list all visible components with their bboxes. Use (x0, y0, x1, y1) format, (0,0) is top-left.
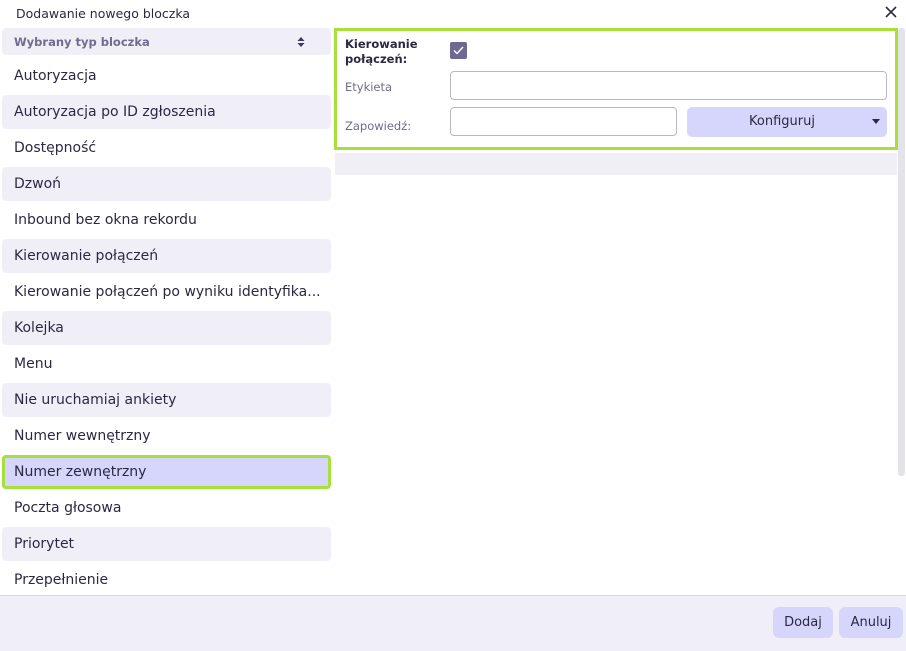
scrollbar-thumb[interactable] (898, 28, 905, 476)
list-item-menu[interactable]: Menu (2, 347, 331, 381)
routing-label-line1: Kierowanie (345, 37, 418, 51)
list-item-poczta-glosowa[interactable]: Poczta głosowa (2, 491, 331, 525)
list-item-inbound[interactable]: Inbound bez okna rekordu (2, 203, 331, 237)
add-button[interactable]: Dodaj (773, 607, 833, 638)
announcement-input[interactable] (450, 107, 677, 136)
list-item-przepelnienie[interactable]: Przepełnienie (2, 563, 331, 595)
list-item-kierowanie-polaczen[interactable]: Kierowanie połączeń (2, 239, 331, 273)
routing-label-line2: połączeń: (345, 52, 408, 66)
configure-button-label: Konfiguruj (749, 114, 815, 129)
block-type-header-label: Wybrany typ bloczka (14, 35, 150, 49)
panel-separator (335, 153, 897, 175)
label-field-label: Etykieta (345, 80, 393, 94)
check-icon (453, 46, 464, 55)
list-item-nie-uruchamiaj-ankiety[interactable]: Nie uruchamiaj ankiety (2, 383, 331, 417)
list-item-dostepnosc[interactable]: Dostępność (2, 131, 331, 165)
block-type-list: Wybrany typ bloczka Autoryzacja Autoryza… (0, 27, 333, 595)
list-item-numer-wewnetrzny[interactable]: Numer wewnętrzny (2, 419, 331, 453)
close-icon[interactable] (882, 3, 900, 21)
routing-label: Kierowanie połączeń: (345, 37, 418, 67)
dialog-title: Dodawanie nowego bloczka (16, 6, 191, 21)
list-item-autoryzacja-po-id[interactable]: Autoryzacja po ID zgłoszenia (2, 95, 331, 129)
list-item-priorytet[interactable]: Priorytet (2, 527, 331, 561)
label-input[interactable] (450, 71, 887, 100)
routing-checkbox[interactable] (450, 42, 467, 59)
dialog-footer: Dodaj Anuluj (0, 595, 906, 651)
announcement-label: Zapowiedź: (345, 119, 412, 133)
chevron-down-icon[interactable] (872, 119, 880, 124)
list-item-kierowanie-po-wyniku[interactable]: Kierowanie połączeń po wyniku identyfika… (2, 275, 331, 309)
block-type-header[interactable]: Wybrany typ bloczka (2, 28, 331, 55)
configure-button[interactable]: Konfiguruj (687, 107, 887, 137)
cancel-button[interactable]: Anuluj (839, 607, 903, 638)
dialog-titlebar: Dodawanie nowego bloczka (0, 0, 906, 26)
list-item-kolejka[interactable]: Kolejka (2, 311, 331, 345)
list-item-dzwon[interactable]: Dzwoń (2, 167, 331, 201)
list-item-autoryzacja[interactable]: Autoryzacja (2, 59, 331, 93)
sort-icon[interactable] (297, 36, 305, 48)
list-item-numer-zewnetrzny[interactable]: Numer zewnętrzny (2, 455, 331, 489)
